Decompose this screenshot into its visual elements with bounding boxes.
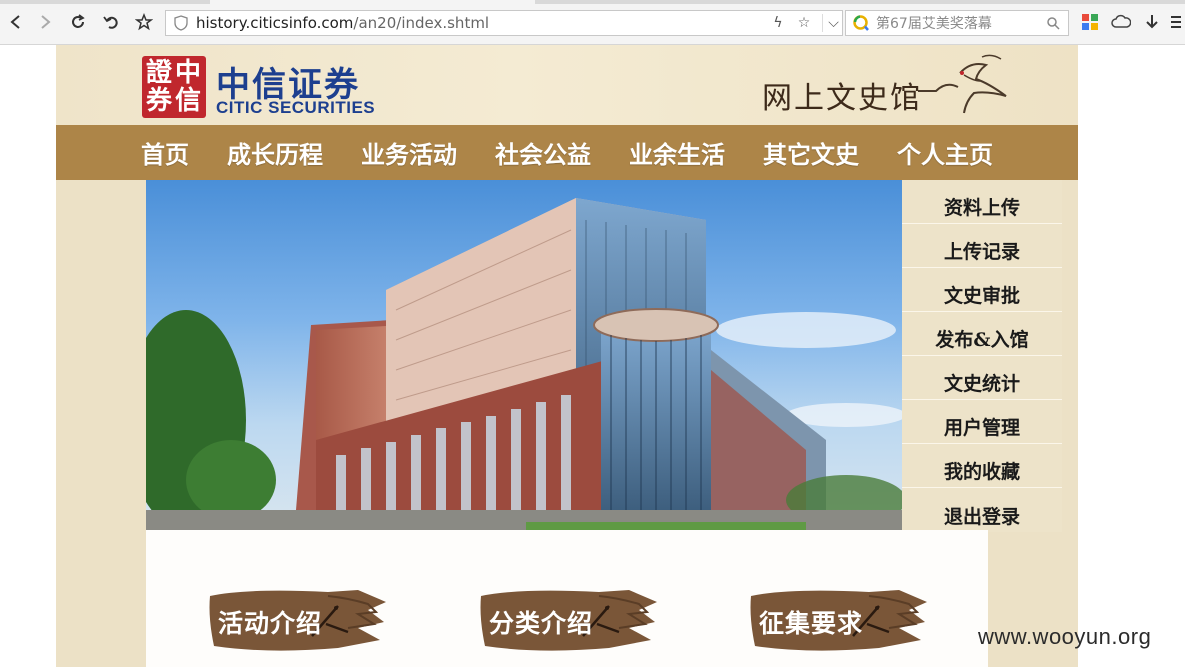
nav-item-leisure[interactable]: 业余生活	[610, 135, 744, 170]
seal-char: 券	[146, 86, 173, 116]
side-item-upload-records[interactable]: 上传记录	[902, 224, 1062, 268]
seal-char: 中	[175, 58, 202, 88]
category-intro-button[interactable]: 分类介绍	[479, 588, 657, 654]
collection-requirements-button[interactable]: 征集要求	[749, 588, 927, 654]
watermark: www.wooyun.org	[978, 624, 1152, 649]
seal-char: 信	[175, 86, 202, 116]
collection-requirements-label: 征集要求	[759, 609, 864, 638]
page-container: 證 中 券 信 中信证券 CITIC SECURITIES 网上文史馆 首页 成…	[56, 45, 1078, 667]
side-menu: 资料上传 上传记录 文史审批 发布&入馆 文史统计 用户管理 我的收藏 退出登录	[902, 180, 1062, 532]
undo-close-icon[interactable]	[99, 10, 123, 34]
seal-char: 證	[146, 58, 173, 88]
site-header: 證 中 券 信 中信证券 CITIC SECURITIES 网上文史馆	[56, 45, 1078, 125]
side-item-upload[interactable]: 资料上传	[902, 180, 1062, 224]
side-item-statistics[interactable]: 文史统计	[902, 356, 1062, 400]
cloud-icon[interactable]	[1111, 12, 1131, 32]
bookmark-star-icon[interactable]	[132, 10, 156, 34]
forward-icon[interactable]	[33, 10, 57, 34]
side-item-favorites[interactable]: 我的收藏	[902, 444, 1062, 488]
site-title: 网上文史馆	[762, 81, 922, 116]
address-actions: ϟ ☆ ⌵	[770, 14, 839, 32]
url-text[interactable]: history.citicsinfo.com/an20/index.shtml	[196, 14, 489, 32]
lightning-icon[interactable]: ϟ	[770, 14, 786, 32]
hero-building-photo	[146, 180, 902, 530]
search-box[interactable]: 第67届艾美奖落幕	[845, 10, 1069, 36]
side-item-publish[interactable]: 发布&入馆	[902, 312, 1062, 356]
browser-toolbar: history.citicsinfo.com/an20/index.shtml …	[0, 0, 1185, 45]
intro-section: 活动介绍 分类介绍 征集要求	[146, 530, 988, 667]
nav-item-business[interactable]: 业务活动	[342, 135, 476, 170]
nav-item-history[interactable]: 成长历程	[208, 135, 342, 170]
activity-intro-label: 活动介绍	[218, 609, 323, 638]
favorite-star-icon[interactable]: ☆	[796, 14, 812, 32]
reload-icon[interactable]	[66, 10, 90, 34]
active-tab[interactable]	[210, 0, 535, 4]
main-nav: 首页 成长历程 业务活动 社会公益 业余生活 其它文史 个人主页	[56, 125, 1078, 180]
nav-item-other[interactable]: 其它文史	[744, 135, 878, 170]
activity-intro-button[interactable]: 活动介绍	[208, 588, 386, 654]
side-item-approval[interactable]: 文史审批	[902, 268, 1062, 312]
search-engine-icon[interactable]	[852, 14, 870, 32]
chevron-down-icon[interactable]: ⌵	[822, 14, 839, 32]
download-icon[interactable]	[1142, 12, 1162, 32]
nav-item-profile[interactable]: 个人主页	[878, 135, 1012, 170]
side-item-logout[interactable]: 退出登录	[902, 488, 1062, 532]
search-icon[interactable]	[1046, 16, 1060, 30]
side-item-user-management[interactable]: 用户管理	[902, 400, 1062, 444]
address-bar[interactable]: history.citicsinfo.com/an20/index.shtml …	[165, 10, 843, 36]
security-shield-icon[interactable]	[174, 15, 188, 31]
menu-icon[interactable]	[1166, 12, 1185, 32]
nav-item-home[interactable]: 首页	[122, 135, 208, 170]
crane-illustration-icon	[918, 54, 1007, 114]
citic-seal-logo[interactable]: 證 中 券 信	[142, 56, 206, 118]
tab-strip	[0, 0, 1185, 4]
back-icon[interactable]	[4, 10, 28, 34]
apps-grid-icon[interactable]	[1080, 12, 1100, 32]
nav-item-charity[interactable]: 社会公益	[476, 135, 610, 170]
search-input[interactable]: 第67届艾美奖落幕	[876, 13, 992, 33]
category-intro-label: 分类介绍	[489, 609, 594, 638]
brand-name-en[interactable]: CITIC SECURITIES	[216, 98, 375, 118]
